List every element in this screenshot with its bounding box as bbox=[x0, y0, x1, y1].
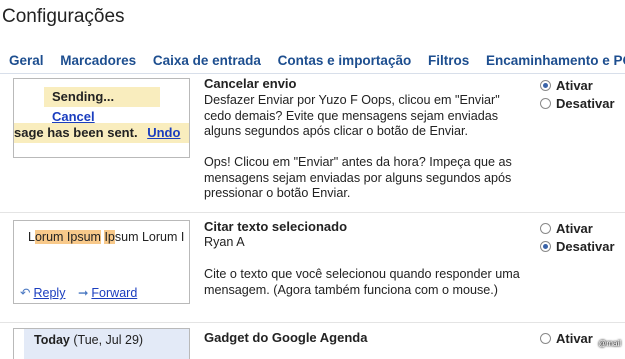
radio-label: Desativar bbox=[556, 96, 615, 111]
radio-label: Ativar bbox=[556, 331, 593, 346]
sent-notice: sage has been sent. Undo bbox=[14, 123, 189, 143]
feature-author: Ryan A bbox=[204, 235, 245, 249]
tabs-divider bbox=[0, 73, 625, 74]
tab-encaminhamento[interactable]: Encaminhamento e PO bbox=[486, 53, 625, 68]
row-divider bbox=[0, 212, 625, 213]
feature-description: Desfazer Enviar por Yuzo F Oops, clicou … bbox=[204, 93, 500, 138]
reply-link: Reply bbox=[33, 286, 66, 300]
radio-desativar-citar-texto[interactable]: Desativar bbox=[540, 239, 615, 254]
radio-ativar-cancelar-envio[interactable]: Ativar bbox=[540, 78, 593, 93]
reply-arrow-icon: ↶ bbox=[20, 286, 31, 300]
radio-desativar-cancelar-envio[interactable]: Desativar bbox=[540, 96, 615, 111]
radio-selected-icon bbox=[540, 80, 551, 91]
radio-icon bbox=[540, 223, 551, 234]
radio-selected-icon bbox=[540, 241, 551, 252]
feature-description-2: Ops! Clicou em "Enviar" antes da hora? I… bbox=[204, 155, 512, 200]
settings-tabs: Geral Marcadores Caixa de entrada Contas… bbox=[9, 53, 625, 68]
feature-title-citar-texto: Citar texto selecionado bbox=[204, 219, 348, 234]
calendar-gadget-preview: Today (Tue, Jul 29) bbox=[13, 328, 190, 359]
sending-text: Sending... bbox=[52, 89, 115, 104]
radio-label: Ativar bbox=[556, 78, 593, 93]
sending-notice: Sending... Cancel bbox=[44, 87, 160, 124]
undo-link: Undo bbox=[147, 125, 181, 140]
feature-title-google-agenda: Gadget do Google Agenda bbox=[204, 330, 368, 345]
feature-description: Cite o texto que você selecionou quando … bbox=[204, 267, 520, 297]
forward-link: Forward bbox=[91, 286, 138, 300]
forward-arrow-icon: ➞ bbox=[77, 286, 89, 300]
page-title: Configurações bbox=[2, 6, 125, 27]
today-date: (Tue, Jul 29) bbox=[73, 333, 144, 347]
tab-contas-e-importacao[interactable]: Contas e importação bbox=[278, 53, 412, 68]
tab-filtros[interactable]: Filtros bbox=[428, 53, 469, 68]
tab-caixa-de-entrada[interactable]: Caixa de entrada bbox=[153, 53, 261, 68]
undo-send-preview: Sending... Cancel sage has been sent. Un… bbox=[13, 78, 190, 158]
radio-label: Desativar bbox=[556, 239, 615, 254]
reply-forward-row: ↶ Reply ➞ Forward bbox=[20, 285, 137, 300]
radio-label: Ativar bbox=[556, 221, 593, 236]
radio-ativar-google-agenda[interactable]: Ativar bbox=[540, 331, 593, 346]
today-label: Today bbox=[34, 333, 70, 347]
tab-geral[interactable]: Geral bbox=[9, 53, 44, 68]
sample-text: Lorum Ipsum Ipsum Lorum I bbox=[28, 230, 185, 244]
radio-ativar-citar-texto[interactable]: Ativar bbox=[540, 221, 593, 236]
radio-icon bbox=[540, 98, 551, 109]
cancel-link: Cancel bbox=[52, 109, 95, 124]
row-divider bbox=[0, 322, 625, 323]
feature-title-cancelar-envio: Cancelar envio bbox=[204, 76, 297, 91]
calendar-header: Today (Tue, Jul 29) bbox=[24, 329, 189, 359]
quote-text-preview: Lorum Ipsum Ipsum Lorum I ↶ Reply ➞ Forwar… bbox=[13, 220, 190, 304]
tab-marcadores[interactable]: Marcadores bbox=[60, 53, 136, 68]
watermark: @mail bbox=[598, 339, 621, 348]
sent-text: sage has been sent. bbox=[14, 125, 138, 140]
radio-icon bbox=[540, 333, 551, 344]
